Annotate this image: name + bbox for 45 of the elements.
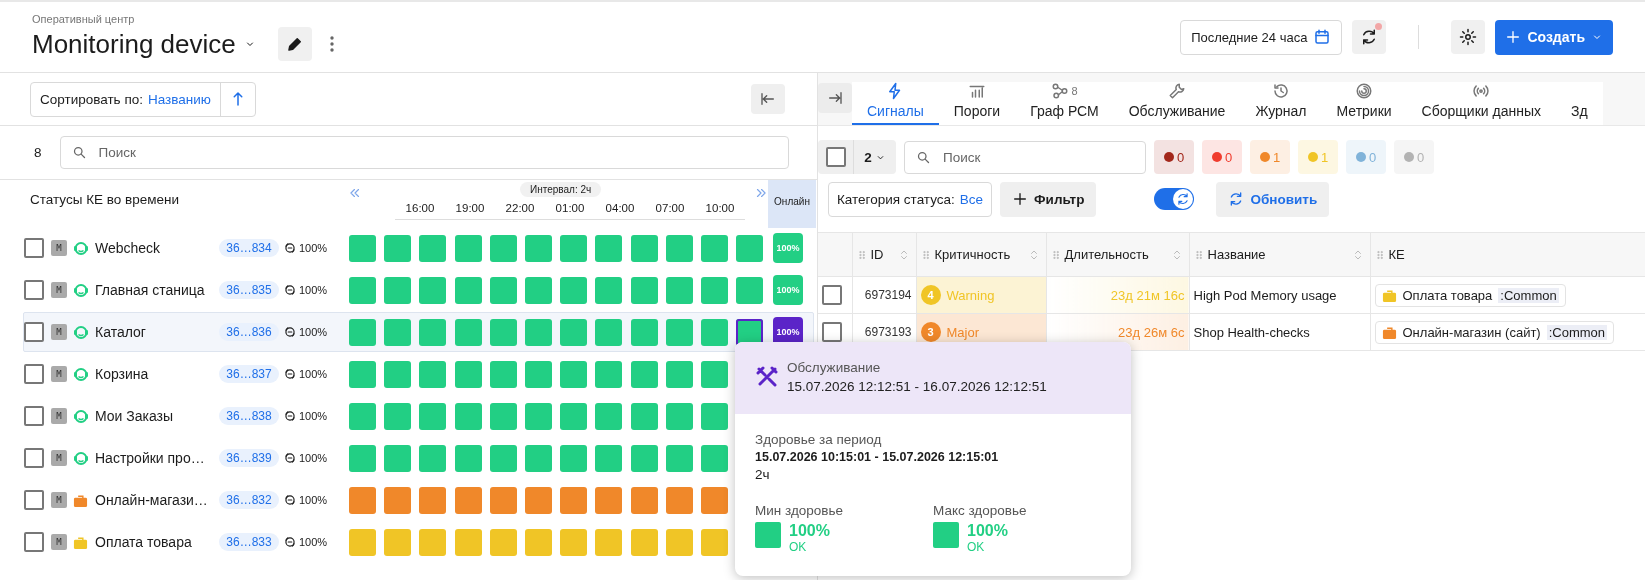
time-tick: 16:00 <box>395 202 445 220</box>
tooltip-title: Обслуживание <box>787 360 882 375</box>
time-tick: 22:00 <box>495 202 545 220</box>
item-count: 8 <box>34 145 42 160</box>
health-value: 100% <box>283 493 345 507</box>
stat-label: Макс здоровье <box>933 503 1028 518</box>
timeline-title: Статусы КЕ во времени <box>29 191 180 209</box>
stat-value: 100% <box>789 522 830 540</box>
stat-status: OK <box>967 540 986 554</box>
online-badge: 100% <box>773 233 804 263</box>
health-value: 100% <box>283 409 345 423</box>
health-value: 100% <box>283 367 345 381</box>
stat-status: OK <box>789 540 808 554</box>
health-value: 100% <box>283 451 345 465</box>
period-duration: 2ч <box>755 467 771 482</box>
type-badge: M <box>51 366 67 382</box>
time-tick: 19:00 <box>445 202 495 220</box>
type-badge: M <box>51 408 67 424</box>
type-badge: M <box>51 240 67 256</box>
online-header: Онлайн <box>768 180 816 228</box>
type-badge: M <box>51 492 67 508</box>
interval-label: Интервал: 2ч <box>520 182 602 197</box>
health-value: 100% <box>283 241 345 255</box>
type-badge: M <box>51 450 67 466</box>
time-tick: 10:00 <box>695 202 745 220</box>
health-value: 100% <box>283 283 345 297</box>
period-range: 15.07.2026 10:15:01 - 15.07.2026 12:15:01 <box>755 450 1000 464</box>
table-cell: 6973194 <box>852 276 916 314</box>
type-badge: M <box>51 324 67 340</box>
severity-cell: 4 Warning <box>916 276 1046 314</box>
time-tick: 04:00 <box>595 202 645 220</box>
time-tick: 01:00 <box>545 202 595 220</box>
maintenance-range: 15.07.2026 12:12:51 - 16.07.2026 12:12:51 <box>787 379 1047 394</box>
table-cell: Shop Health-checks <box>1189 313 1370 351</box>
stat-label: Мин здоровье <box>755 503 844 518</box>
health-value: 100% <box>283 325 345 339</box>
type-badge: M <box>51 534 67 550</box>
health-value: 100% <box>283 535 345 549</box>
table-cell: High Pod Memory usage <box>1189 276 1370 314</box>
time-tick: 07:00 <box>645 202 695 220</box>
stat-value: 100% <box>967 522 1008 540</box>
period-label: Здоровье за период <box>755 432 883 447</box>
duration-cell: 23д 21м 16с <box>1046 276 1189 314</box>
type-badge: M <box>51 282 67 298</box>
online-badge: 100% <box>773 275 804 305</box>
